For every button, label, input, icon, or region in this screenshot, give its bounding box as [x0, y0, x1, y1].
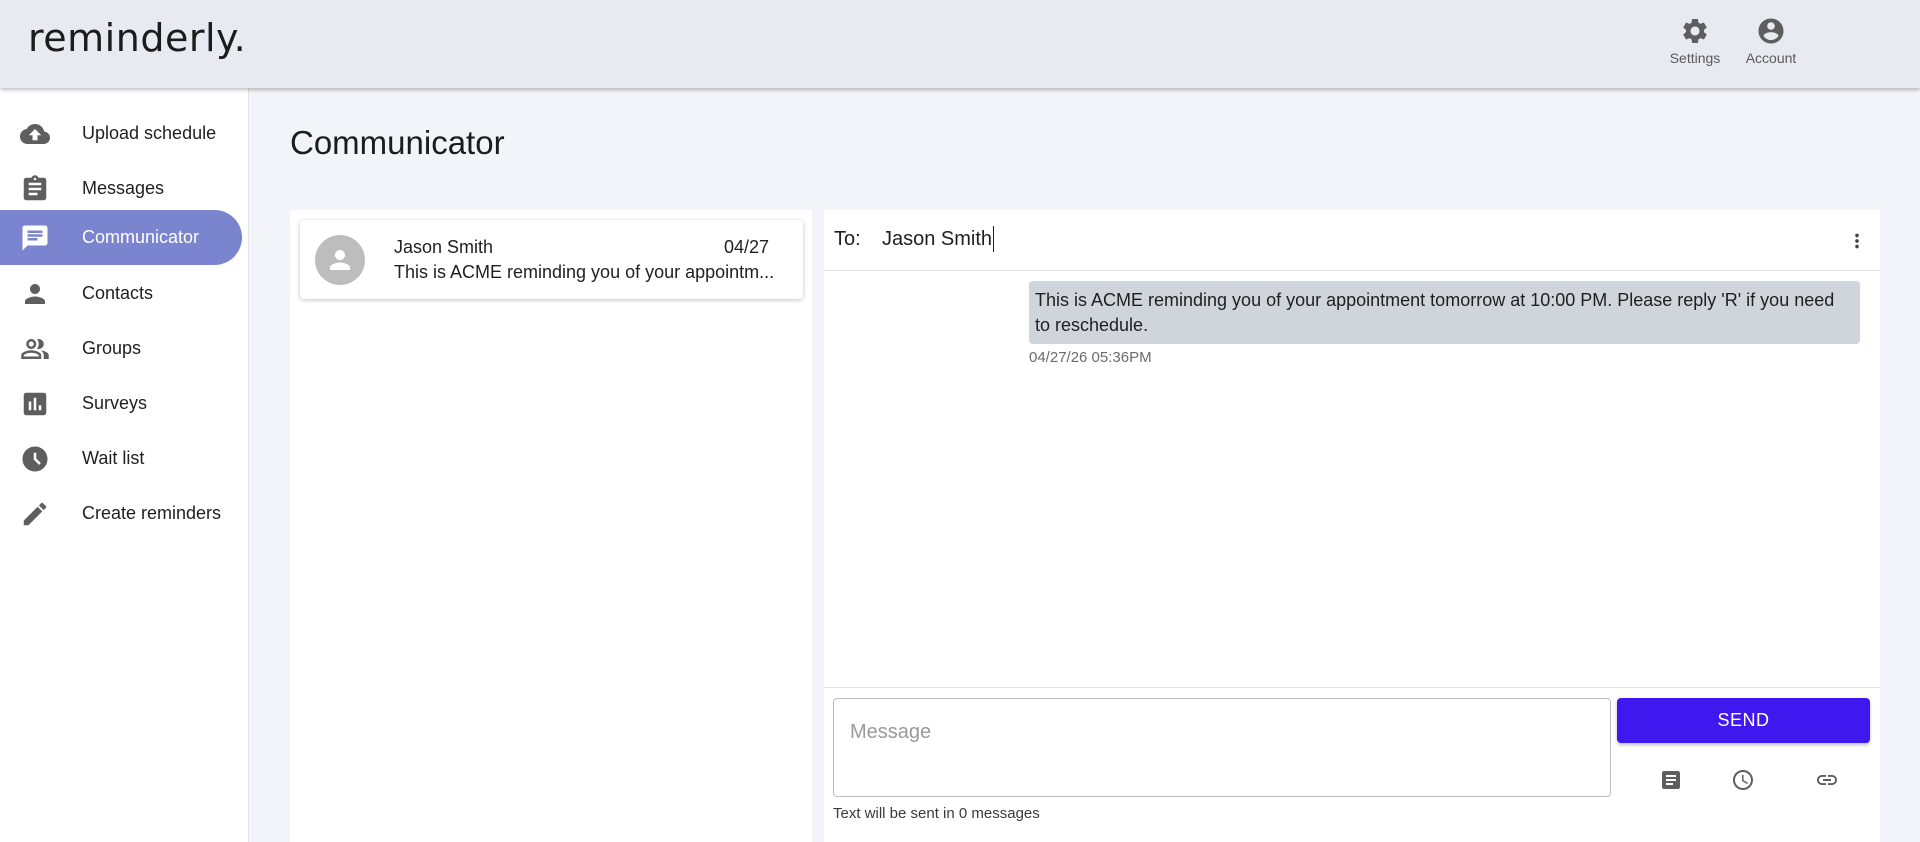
- person-icon: [330, 250, 350, 270]
- more-vert-icon: [1855, 233, 1859, 249]
- pencil-icon: [18, 497, 52, 531]
- conversation-item[interactable]: Jason Smith 04/27 This is ACME reminding…: [300, 220, 803, 299]
- sidebar-item-upload-schedule[interactable]: Upload schedule: [0, 106, 242, 161]
- sidebar-item-contacts[interactable]: Contacts: [0, 266, 242, 321]
- template-button[interactable]: [1656, 765, 1686, 795]
- conversation-list: Jason Smith 04/27 This is ACME reminding…: [290, 210, 812, 842]
- people-icon: [18, 332, 52, 366]
- sidebar-item-label: Upload schedule: [82, 123, 217, 143]
- top-bar: reminderly. Settings Account: [0, 0, 1920, 88]
- clock-icon: [18, 442, 52, 476]
- chat-panel: To: Jason Smith This is ACME reminding y…: [824, 210, 1880, 842]
- conversation-name: Jason Smith: [394, 237, 494, 257]
- sidebar-item-create-reminders[interactable]: Create reminders: [0, 486, 242, 541]
- sidebar-item-surveys[interactable]: Surveys: [0, 376, 242, 431]
- template-icon: [1662, 771, 1680, 789]
- link-icon: [1817, 775, 1837, 785]
- sidebar-item-label: Messages: [82, 178, 165, 198]
- sidebar-item-label: Surveys: [82, 393, 148, 413]
- account-button[interactable]: Account: [1726, 16, 1816, 66]
- message-input[interactable]: [833, 698, 1611, 797]
- sidebar-item-wait-list[interactable]: Wait list: [0, 431, 242, 486]
- sidebar-item-label: Create reminders: [82, 503, 222, 523]
- sidebar-item-communicator[interactable]: Communicator: [0, 210, 242, 265]
- recipient-row: To: Jason Smith: [824, 210, 1880, 271]
- more-options-button[interactable]: [1846, 230, 1868, 254]
- recipient-field[interactable]: Jason Smith: [882, 226, 995, 252]
- sidebar-item-label: Contacts: [82, 283, 154, 303]
- divider: [824, 687, 1880, 688]
- link-button[interactable]: [1812, 765, 1842, 795]
- cloud-upload-icon: [18, 117, 52, 151]
- message-count-text: Text will be sent in 0 messages: [833, 805, 1040, 822]
- conversation-date: 04/27: [723, 237, 769, 257]
- gear-icon: [1683, 19, 1707, 43]
- page-title: Communicator: [290, 124, 505, 161]
- account-circle-icon: [1758, 18, 1784, 44]
- schedule-icon: [1733, 770, 1753, 790]
- send-button[interactable]: SEND: [1617, 698, 1870, 743]
- sidebar-item-messages[interactable]: Messages: [0, 161, 242, 216]
- sidebar-item-label: Communicator: [82, 227, 200, 247]
- sidebar-item-label: Wait list: [82, 448, 145, 468]
- message-bubble: This is ACME reminding you of your appoi…: [1029, 281, 1860, 344]
- person-icon: [18, 277, 52, 311]
- schedule-button[interactable]: [1728, 765, 1758, 795]
- sidebar-item-label: Groups: [82, 338, 142, 358]
- avatar: [315, 235, 365, 285]
- clipboard-icon: [18, 172, 52, 206]
- sidebar-item-groups[interactable]: Groups: [0, 321, 242, 376]
- app-logo[interactable]: reminderly.: [28, 16, 246, 60]
- chat-icon: [18, 221, 52, 255]
- poll-icon: [18, 387, 52, 421]
- message-timestamp: 04/27/26 05:36PM: [1029, 349, 1152, 366]
- sidebar: Upload schedule Messages Communicator Co…: [0, 88, 249, 842]
- conversation-preview: This is ACME reminding you of your appoi…: [394, 262, 775, 282]
- to-label: To:: [834, 228, 861, 250]
- account-label: Account: [1745, 50, 1797, 66]
